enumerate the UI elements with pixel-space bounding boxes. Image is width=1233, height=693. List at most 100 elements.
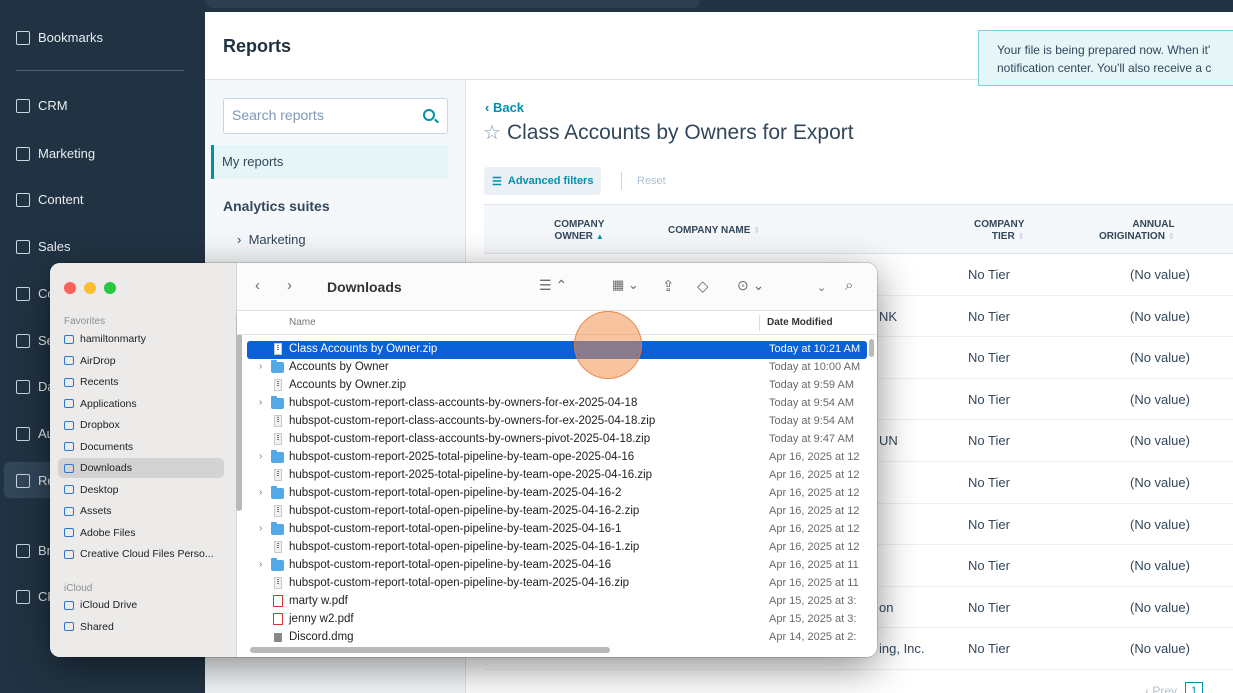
- file-row[interactable]: › hubspot-custom-report-2025-total-pipeli…: [247, 449, 867, 467]
- name-column-header[interactable]: Name: [289, 317, 316, 328]
- forward-arrow-icon[interactable]: ›: [287, 277, 292, 294]
- nav-reporting[interactable]: Re: [16, 473, 55, 488]
- file-date-modified: Apr 14, 2025 at 2:: [769, 631, 857, 643]
- search-reports-box[interactable]: [223, 98, 448, 134]
- suite-marketing-item[interactable]: › Marketing: [237, 232, 306, 247]
- col-company-tier[interactable]: COMPANY TIER ⇕: [974, 219, 1024, 243]
- toast-line-1: Your file is being prepared now. When it…: [997, 43, 1211, 57]
- zoom-window-button[interactable]: [104, 282, 116, 294]
- nav-crm[interactable]: CRM: [16, 98, 68, 113]
- sidebar-item-hamiltonmarty[interactable]: hamiltonmarty: [64, 329, 224, 349]
- sidebar-item-creative-cloud-files-perso[interactable]: Creative Cloud Files Perso...: [64, 544, 224, 564]
- disclosure-triangle-icon[interactable]: ›: [259, 361, 262, 372]
- sidebar-item-icloud-drive[interactable]: iCloud Drive: [64, 595, 224, 615]
- company-name-cell[interactable]: UN: [879, 433, 898, 448]
- reset-button[interactable]: Reset: [637, 175, 666, 187]
- close-window-button[interactable]: [64, 282, 76, 294]
- annual-origination-cell: (No value): [1130, 599, 1190, 615]
- file-row[interactable]: hubspot-custom-report-class-accounts-by-…: [247, 431, 867, 449]
- disclosure-triangle-icon[interactable]: ›: [259, 559, 262, 570]
- share-icon[interactable]: ⇪: [662, 277, 675, 295]
- file-date-modified: Apr 16, 2025 at 11: [769, 559, 859, 571]
- advanced-filters-button[interactable]: ☰ Advanced filters: [484, 167, 602, 195]
- nav-commerce[interactable]: Co: [16, 286, 55, 301]
- sidebar-item-downloads[interactable]: Downloads: [58, 458, 224, 478]
- sidebar-item-dropbox[interactable]: Dropbox: [64, 415, 224, 435]
- finder-window[interactable]: Favorites hamiltonmarty AirDrop Recents App…: [50, 263, 877, 657]
- tag-icon[interactable]: ◇: [697, 277, 709, 295]
- disclosure-triangle-icon[interactable]: ›: [259, 451, 262, 462]
- company-name-cell[interactable]: ing, Inc.: [879, 641, 925, 656]
- file-row[interactable]: hubspot-custom-report-total-open-pipelin…: [247, 503, 867, 521]
- file-row[interactable]: hubspot-custom-report-total-open-pipelin…: [247, 539, 867, 557]
- pagination: ‹ Prev 1: [1145, 682, 1204, 693]
- disclosure-triangle-icon[interactable]: ›: [259, 523, 262, 534]
- file-row[interactable]: Discord.dmg Apr 14, 2025 at 2:: [247, 629, 867, 647]
- disclosure-triangle-icon[interactable]: ›: [259, 487, 262, 498]
- file-row[interactable]: › Accounts by Owner Today at 10:00 AM: [247, 359, 867, 377]
- horizontal-scrollbar[interactable]: [250, 647, 610, 653]
- file-row[interactable]: › hubspot-custom-report-total-open-pipeli…: [247, 557, 867, 575]
- nav-breeze[interactable]: Br: [16, 543, 51, 558]
- sidebar-item-airdrop[interactable]: AirDrop: [64, 351, 224, 371]
- col-company-name[interactable]: COMPANY NAME ⇕: [668, 225, 760, 237]
- nav-sales[interactable]: Sales: [16, 239, 71, 254]
- sidebar-item-applications[interactable]: Applications: [64, 394, 224, 414]
- nav-bookmarks[interactable]: Bookmarks: [16, 30, 103, 45]
- page-number-button[interactable]: 1: [1185, 682, 1204, 693]
- company-name-cell[interactable]: on: [879, 600, 893, 615]
- date-modified-column-header[interactable]: Date Modified: [767, 317, 833, 328]
- file-row[interactable]: hubspot-custom-report-class-accounts-by-…: [247, 413, 867, 431]
- nav-service[interactable]: Se: [16, 333, 54, 348]
- search-icon[interactable]: ⌕: [845, 277, 853, 294]
- back-link[interactable]: ‹ Back: [485, 100, 524, 115]
- document-icon: [64, 442, 74, 451]
- sidebar-item-assets[interactable]: Assets: [64, 501, 224, 521]
- sidebar-item-recents[interactable]: Recents: [64, 372, 224, 392]
- sidebar-item-documents[interactable]: Documents: [64, 437, 224, 457]
- company-tier-cell: No Tier: [968, 308, 1010, 324]
- file-row[interactable]: › hubspot-custom-report-total-open-pipeli…: [247, 485, 867, 503]
- nav-divider: [16, 70, 184, 71]
- file-row[interactable]: hubspot-custom-report-total-open-pipelin…: [247, 575, 867, 593]
- file-row[interactable]: marty w.pdf Apr 15, 2025 at 3:: [247, 593, 867, 611]
- nav-marketing[interactable]: Marketing: [16, 146, 95, 161]
- company-name-cell[interactable]: NK: [879, 309, 897, 324]
- desktop-icon: [64, 485, 74, 494]
- global-search-bar[interactable]: [205, 0, 700, 8]
- file-name: Accounts by Owner: [289, 361, 389, 373]
- search-icon[interactable]: [423, 109, 435, 121]
- col-company-owner[interactable]: COMPANY OWNER ▲: [554, 219, 604, 243]
- nav-data[interactable]: Da: [16, 379, 55, 394]
- star-icon[interactable]: ☆: [483, 120, 501, 145]
- file-row[interactable]: › hubspot-custom-report-class-accounts-by…: [247, 395, 867, 413]
- sidebar-item-desktop[interactable]: Desktop: [64, 480, 224, 500]
- file-row[interactable]: › hubspot-custom-report-total-open-pipeli…: [247, 521, 867, 539]
- chevron-down-icon[interactable]: ⌄: [817, 281, 826, 294]
- list-view-icon[interactable]: ☰ ⌃: [539, 277, 567, 294]
- nav-content[interactable]: Content: [16, 192, 84, 207]
- export-notification-toast: Your file is being prepared now. When it…: [978, 30, 1233, 86]
- back-arrow-icon[interactable]: ‹: [255, 277, 260, 294]
- my-reports-link[interactable]: My reports: [211, 145, 448, 179]
- sidebar-item-shared[interactable]: Shared: [64, 617, 224, 637]
- group-icon[interactable]: ▦ ⌄: [612, 277, 639, 293]
- search-reports-input[interactable]: [232, 107, 412, 123]
- file-row[interactable]: Class Accounts by Owner.zip Today at 10:2…: [247, 341, 867, 359]
- file-list-scrollbar[interactable]: [869, 339, 874, 357]
- sidebar-scrollbar[interactable]: [236, 313, 242, 511]
- file-name: hubspot-custom-report-total-open-pipelin…: [289, 487, 622, 499]
- file-row[interactable]: jenny w2.pdf Apr 15, 2025 at 3:: [247, 611, 867, 629]
- disclosure-triangle-icon[interactable]: ›: [259, 397, 262, 408]
- col-annual-origination[interactable]: ANNUAL ORIGINATION ⇕: [1099, 219, 1175, 243]
- file-date-modified: Apr 16, 2025 at 12: [769, 523, 860, 535]
- minimize-window-button[interactable]: [84, 282, 96, 294]
- company-tier-cell: No Tier: [968, 558, 1010, 574]
- nav-automation[interactable]: Au: [16, 426, 54, 441]
- prev-page-button[interactable]: ‹ Prev: [1145, 684, 1177, 693]
- more-actions-icon[interactable]: ⊙ ⌄: [737, 277, 764, 294]
- sidebar-item-adobe-files[interactable]: Adobe Files: [64, 523, 224, 543]
- file-row[interactable]: Accounts by Owner.zip Today at 9:59 AM: [247, 377, 867, 395]
- file-row[interactable]: hubspot-custom-report-2025-total-pipelin…: [247, 467, 867, 485]
- content-icon: [16, 192, 30, 207]
